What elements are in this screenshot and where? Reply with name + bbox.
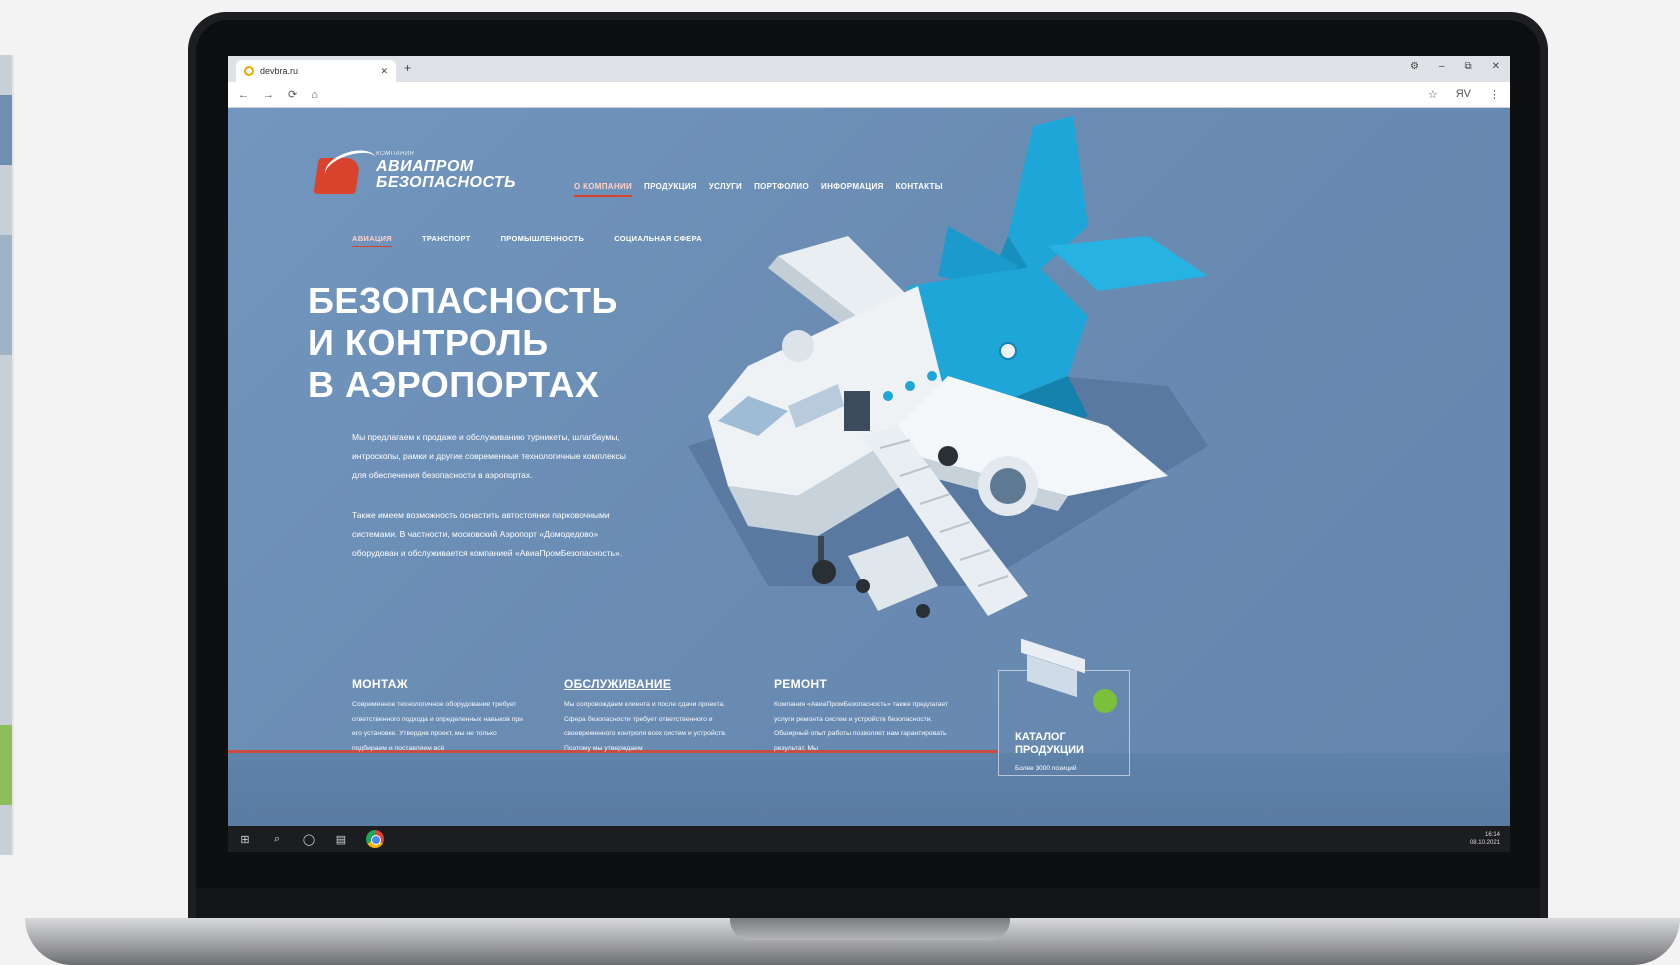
engine-far xyxy=(782,330,814,362)
service-title: МОНТАЖ xyxy=(352,677,408,691)
forward-icon[interactable]: → xyxy=(263,89,274,101)
clock-time: 16:14 xyxy=(1484,832,1500,838)
service-install[interactable]: МОНТАЖ Современное технологичное оборудо… xyxy=(352,677,532,760)
service-text: Компания «АвиаПромБезопасность» также пр… xyxy=(774,701,949,752)
subnav-transport[interactable]: ТРАНСПОРТ xyxy=(422,234,471,247)
hero-paragraph-2: Также имеем возможность оснастить автост… xyxy=(352,510,623,558)
catalog-text: Более 3000 позиций xyxy=(1015,765,1077,772)
background-device-part xyxy=(0,725,12,805)
web-page: КОМПАНИЯ АВИАПРОМ БЕЗОПАСНОСТЬ О КОМПАНИ… xyxy=(228,108,1510,826)
service-repair[interactable]: РЕМОНТ Компания «АвиаПромБезопасность» т… xyxy=(774,677,954,760)
hero-title-line-2: И КОНТРОЛЬ xyxy=(308,322,549,363)
service-text: Мы сопровождаем клиента и после сдачи пр… xyxy=(564,701,727,752)
airplane-illustration xyxy=(688,116,1208,618)
search-icon[interactable]: ⌕ xyxy=(270,833,284,846)
logo-text: КОМПАНИЯ АВИАПРОМ БЕЗОПАСНОСТЬ xyxy=(376,151,516,191)
laptop-notch xyxy=(730,918,1010,940)
os-taskbar: ⊞ ⌕ ◯ ▤ 16:14 08.10.2021 xyxy=(228,826,1510,852)
nav-info[interactable]: ИНФОРМАЦИЯ xyxy=(821,182,884,197)
address-bar: ← → ⟳ ⌂ ☆ ЯV ⋮ xyxy=(228,82,1510,108)
nav-about[interactable]: О КОМПАНИИ xyxy=(574,182,633,197)
laptop-chin xyxy=(196,888,1540,918)
service-text: Современное технологичное оборудование т… xyxy=(352,701,523,752)
logo-icon xyxy=(313,144,382,194)
windows-start-icon[interactable]: ⊞ xyxy=(238,833,252,846)
subnav-social[interactable]: СОЦИАЛЬНАЯ СФЕРА xyxy=(614,234,702,247)
new-tab-button[interactable]: + xyxy=(404,61,411,75)
tail-stabilizer xyxy=(1048,236,1208,291)
tree-icon xyxy=(1093,689,1117,713)
logo-line-2: БЕЗОПАСНОСТЬ xyxy=(376,174,516,191)
task-view-icon[interactable]: ▤ xyxy=(334,833,348,846)
close-window-button[interactable]: ✕ xyxy=(1492,61,1500,72)
laptop-screen: devbra.ru ✕ + ⚙ – ⧉ ✕ ← → ⟳ ⌂ ☆ ЯV ⋮ КОМ… xyxy=(228,56,1510,852)
settings-icon[interactable]: ⚙ xyxy=(1410,61,1419,72)
nav-services[interactable]: УСЛУГИ xyxy=(709,182,742,197)
site-logo[interactable]: КОМПАНИЯ АВИАПРОМ БЕЗОПАСНОСТЬ xyxy=(313,144,516,194)
subnav-industry[interactable]: ПРОМЫШЛЕННОСТЬ xyxy=(501,234,585,247)
browser-tab-bar: devbra.ru ✕ + ⚙ – ⧉ ✕ xyxy=(228,56,1510,82)
catalog-title: КАТАЛОГ ПРОДУКЦИИ xyxy=(1015,731,1084,756)
service-maintenance[interactable]: ОБСЛУЖИВАНИЕ Мы сопровождаем клиента и п… xyxy=(564,677,744,760)
reload-icon[interactable]: ⟳ xyxy=(288,88,297,101)
extension-icon[interactable]: ЯV xyxy=(1456,88,1471,101)
kiosk-icon xyxy=(1021,638,1085,698)
hero-title-line-3: В АЭРОПОРТАХ xyxy=(308,364,600,405)
browser-menu-icon[interactable]: ⋮ xyxy=(1489,88,1500,101)
nav-portfolio[interactable]: ПОРТФОЛИО xyxy=(754,182,809,197)
logo-small-text: КОМПАНИЯ xyxy=(376,151,415,157)
main-nav: О КОМПАНИИ ПРОДУКЦИЯ УСЛУГИ ПОРТФОЛИО ИН… xyxy=(574,182,943,197)
window-controls: ⚙ – ⧉ ✕ xyxy=(1410,61,1500,72)
catalog-card[interactable]: КАТАЛОГ ПРОДУКЦИИ Более 3000 позиций xyxy=(998,638,1130,776)
nav-contacts[interactable]: КОНТАКТЫ xyxy=(896,182,943,197)
minimize-button[interactable]: – xyxy=(1439,61,1445,72)
laptop-base xyxy=(25,918,1680,965)
clock-date: 08.10.2021 xyxy=(1469,840,1500,846)
tab-close-icon[interactable]: ✕ xyxy=(380,66,388,77)
background-device-part xyxy=(0,95,12,165)
bookmark-star-icon[interactable]: ☆ xyxy=(1428,88,1438,101)
taskbar-clock[interactable]: 16:14 08.10.2021 xyxy=(1470,831,1500,847)
cortana-icon[interactable]: ◯ xyxy=(302,833,316,846)
logo-line-1: АВИАПРОМ xyxy=(376,158,474,175)
stage: devbra.ru ✕ + ⚙ – ⧉ ✕ ← → ⟳ ⌂ ☆ ЯV ⋮ КОМ… xyxy=(0,0,1680,965)
chrome-icon[interactable] xyxy=(366,830,384,848)
home-icon[interactable]: ⌂ xyxy=(311,89,318,101)
background-device xyxy=(0,55,14,855)
service-title: РЕМОНТ xyxy=(774,677,828,691)
subnav-aviation[interactable]: АВИАЦИЯ xyxy=(352,234,392,247)
background-device-part xyxy=(0,235,12,355)
maximize-button[interactable]: ⧉ xyxy=(1464,61,1471,72)
nav-products[interactable]: ПРОДУКЦИЯ xyxy=(644,182,697,197)
hero-title: БЕЗОПАСНОСТЬ И КОНТРОЛЬ В АЭРОПОРТАХ xyxy=(308,280,618,406)
service-title: ОБСЛУЖИВАНИЕ xyxy=(564,677,672,691)
back-icon[interactable]: ← xyxy=(238,89,249,101)
sub-nav: АВИАЦИЯ ТРАНСПОРТ ПРОМЫШЛЕННОСТЬ СОЦИАЛЬ… xyxy=(352,234,702,247)
hero-paragraph-1: Мы предлагаем к продаже и обслуживанию т… xyxy=(352,432,626,480)
favicon-icon xyxy=(244,66,254,76)
hero-title-line-1: БЕЗОПАСНОСТЬ xyxy=(308,280,618,321)
tab-title: devbra.ru xyxy=(260,66,299,76)
browser-tab[interactable]: devbra.ru ✕ xyxy=(236,60,396,82)
services-band xyxy=(228,753,1510,826)
address-bar-actions: ☆ ЯV ⋮ xyxy=(1428,88,1500,101)
